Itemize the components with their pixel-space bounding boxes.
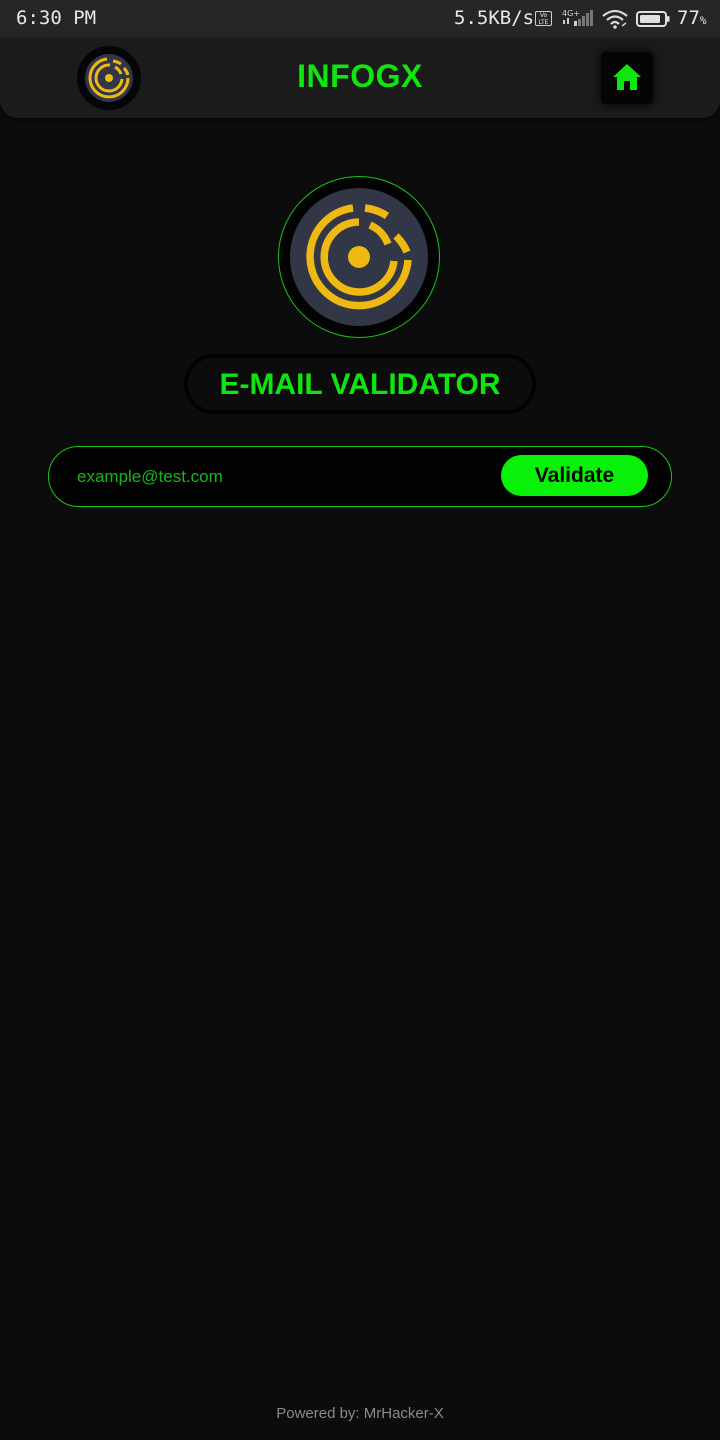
wifi-icon <box>602 9 628 29</box>
volte-icon: Vo LTE <box>535 11 552 26</box>
battery-level-unit: % <box>699 14 707 27</box>
battery-icon <box>636 11 670 27</box>
footer-credit: Powered by: MrHacker-X <box>276 1405 444 1422</box>
email-input[interactable] <box>75 461 499 493</box>
app-bar: INFOGX <box>0 38 720 118</box>
page-title: E-MAIL VALIDATOR <box>219 368 501 401</box>
status-time: 6:30 PM <box>16 7 97 29</box>
validate-button[interactable]: Validate <box>501 455 648 496</box>
hero-logo <box>278 176 440 338</box>
home-button[interactable] <box>601 52 653 104</box>
email-form: Validate <box>48 446 672 507</box>
infogx-logo-icon <box>290 188 428 326</box>
status-net-speed: 5.5KB/s <box>454 7 535 29</box>
battery-level: 77% <box>677 7 707 29</box>
network-type-label: 4G+ <box>562 9 580 18</box>
home-icon <box>613 64 641 90</box>
battery-level-value: 77 <box>677 7 700 29</box>
app-screen: 6:30 PM 5.5KB/s Vo LTE 4G+ 77% INFOGX E-… <box>0 0 720 1440</box>
cell-signal-icon: 4G+ <box>562 9 593 26</box>
status-bar: 6:30 PM 5.5KB/s Vo LTE 4G+ 77% <box>0 0 720 38</box>
page-title-pill: E-MAIL VALIDATOR <box>185 355 535 413</box>
